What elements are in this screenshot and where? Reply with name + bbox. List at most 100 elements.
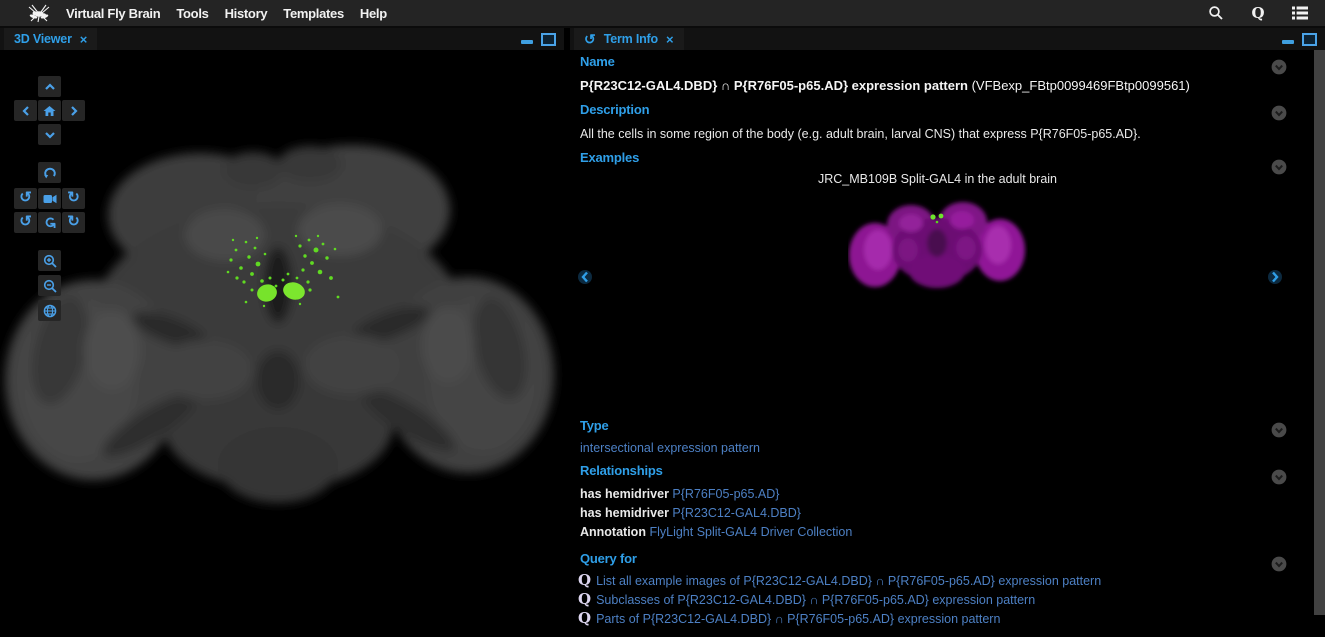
carousel-next-button[interactable]: [1268, 268, 1284, 286]
query-q-icon: Q: [578, 611, 591, 626]
term-description-text: All the cells in some region of the body…: [580, 127, 1141, 141]
search-icon[interactable]: [1207, 4, 1225, 22]
chevron-down-circle-icon: [1271, 159, 1287, 175]
query-icon[interactable]: Q: [1249, 4, 1267, 22]
chevron-down-icon: [44, 130, 56, 140]
term-info-tab-title: Term Info: [604, 32, 658, 46]
viewer-canvas[interactable]: ↺ ↻ ↺ ↺ ↻: [0, 50, 564, 637]
rotate-cw-icon: ↻: [67, 190, 80, 205]
query-row: Q List all example images of P{R23C12-GA…: [578, 573, 1101, 588]
globe-button[interactable]: [38, 300, 61, 321]
term-info-tab-close-icon[interactable]: ×: [666, 33, 674, 46]
term-info-panel-header: ↺ Term Info ×: [570, 28, 1325, 50]
section-heading-description: Description: [580, 102, 649, 117]
chevron-right-icon: [1268, 268, 1282, 286]
collapse-chevron-name[interactable]: [1271, 59, 1287, 75]
menu-item-help[interactable]: Help: [360, 6, 387, 21]
rotate-around-button[interactable]: [38, 162, 61, 183]
query-link[interactable]: Subclasses of P{R23C12-GAL4.DBD} ∩ P{R76…: [596, 593, 1035, 607]
collapse-chevron-type[interactable]: [1271, 422, 1287, 438]
term-name-value: P{R23C12-GAL4.DBD} ∩ P{R76F05-p65.AD} ex…: [580, 78, 1190, 93]
pan-left-button[interactable]: [14, 100, 37, 121]
query-link[interactable]: List all example images of P{R23C12-GAL4…: [596, 574, 1101, 588]
term-info-content: Name P{R23C12-GAL4.DBD} ∩ P{R76F05-p65.A…: [570, 50, 1325, 637]
section-heading-relationships: Relationships: [580, 463, 663, 478]
viewer-tab-close-icon[interactable]: ×: [80, 33, 88, 46]
rotate-ccw-icon: ↺: [19, 214, 32, 229]
relationship-predicate: has hemidriver: [580, 506, 669, 520]
main-menu: Virtual Fly Brain Tools History Template…: [66, 6, 387, 21]
section-heading-query-for: Query for: [580, 551, 637, 566]
pan-right-button[interactable]: [62, 100, 85, 121]
tab-term-info[interactable]: ↺ Term Info ×: [574, 28, 684, 50]
section-heading-name: Name: [580, 54, 615, 69]
query-q-icon: Q: [578, 573, 591, 588]
viewer-maximize-button[interactable]: [541, 33, 556, 46]
chevron-down-circle-icon: [1271, 422, 1287, 438]
pan-down-button[interactable]: [38, 124, 61, 145]
term-info-maximize-button[interactable]: [1302, 33, 1317, 46]
viewer-panel: 3D Viewer ×: [0, 28, 564, 637]
roll-cw-button[interactable]: ↻: [62, 212, 85, 233]
carousel-prev-button[interactable]: [578, 268, 594, 286]
chevron-down-circle-icon: [1271, 105, 1287, 121]
query-q-icon: Q: [578, 592, 591, 607]
menu-item-history[interactable]: History: [225, 6, 268, 21]
term-info-panel: ↺ Term Info × Name P{R23C12-GAL4.DBD} ∩ …: [570, 28, 1325, 637]
zoom-in-button[interactable]: [38, 250, 61, 271]
chevron-left-icon: [21, 105, 31, 117]
tab-3d-viewer[interactable]: 3D Viewer ×: [4, 28, 97, 50]
relationship-object-link[interactable]: P{R76F05-p65.AD}: [672, 487, 779, 501]
rotate-loop-icon: [43, 166, 57, 179]
history-back-icon[interactable]: ↺: [584, 32, 596, 46]
roll-ccw-button[interactable]: ↺: [14, 212, 37, 233]
top-menu-bar: Virtual Fly Brain Tools History Template…: [0, 0, 1325, 28]
chevron-up-icon: [44, 82, 56, 92]
rotate-ccw-icon: ↺: [19, 190, 32, 205]
viewer-panel-header: 3D Viewer ×: [0, 28, 564, 50]
collapse-chevron-query-for[interactable]: [1271, 556, 1287, 572]
zoom-out-button[interactable]: [38, 275, 61, 296]
pan-up-button[interactable]: [38, 76, 61, 97]
relationship-row: Annotation FlyLight Split-GAL4 Driver Co…: [580, 525, 852, 539]
relationship-row: has hemidriver P{R23C12-GAL4.DBD}: [580, 506, 801, 520]
term-name-bold: P{R23C12-GAL4.DBD} ∩ P{R76F05-p65.AD} ex…: [580, 78, 968, 93]
rotate-cw-button[interactable]: ↻: [62, 188, 85, 209]
chevron-down-circle-icon: [1271, 556, 1287, 572]
menu-item-virtual-fly-brain[interactable]: Virtual Fly Brain: [66, 6, 160, 21]
relationship-predicate: Annotation: [580, 525, 646, 539]
example-brain-thumbnail[interactable]: [848, 195, 1028, 295]
chevron-down-circle-icon: [1271, 59, 1287, 75]
term-info-scrollbar[interactable]: [1314, 50, 1325, 615]
home-button[interactable]: [38, 100, 61, 121]
relationship-row: has hemidriver P{R76F05-p65.AD}: [580, 487, 779, 501]
menu-bar-right-icons: Q: [1207, 4, 1325, 22]
relationship-object-link[interactable]: P{R23C12-GAL4.DBD}: [672, 506, 801, 520]
viewer-tab-title: 3D Viewer: [14, 32, 72, 46]
relationship-object-link[interactable]: FlyLight Split-GAL4 Driver Collection: [649, 525, 852, 539]
query-link[interactable]: Parts of P{R23C12-GAL4.DBD} ∩ P{R76F05-p…: [596, 612, 1000, 626]
rotate-cw-icon: ↻: [67, 214, 80, 229]
collapse-chevron-relationships[interactable]: [1271, 469, 1287, 485]
spin-button[interactable]: ↺: [38, 212, 61, 233]
collapse-chevron-examples[interactable]: [1271, 159, 1287, 175]
term-info-minimize-button[interactable]: [1282, 40, 1294, 44]
query-icon-glyph: Q: [1251, 6, 1264, 21]
camera-button[interactable]: [38, 188, 61, 209]
video-camera-icon: [43, 194, 57, 204]
type-link[interactable]: intersectional expression pattern: [580, 441, 760, 455]
globe-icon: [43, 304, 57, 318]
home-icon: [43, 105, 56, 117]
rotate-ccw-button[interactable]: ↺: [14, 188, 37, 209]
fly-logo-icon[interactable]: [24, 2, 54, 24]
chevron-left-icon: [578, 268, 592, 286]
layers-list-icon[interactable]: [1291, 4, 1309, 22]
query-row: Q Subclasses of P{R23C12-GAL4.DBD} ∩ P{R…: [578, 592, 1035, 607]
chevron-right-icon: [69, 105, 79, 117]
example-image-caption: JRC_MB109B Split-GAL4 in the adult brain: [818, 172, 1057, 186]
menu-item-templates[interactable]: Templates: [283, 6, 344, 21]
section-heading-type: Type: [580, 418, 609, 433]
collapse-chevron-description[interactable]: [1271, 105, 1287, 121]
menu-item-tools[interactable]: Tools: [176, 6, 208, 21]
viewer-minimize-button[interactable]: [521, 40, 533, 44]
